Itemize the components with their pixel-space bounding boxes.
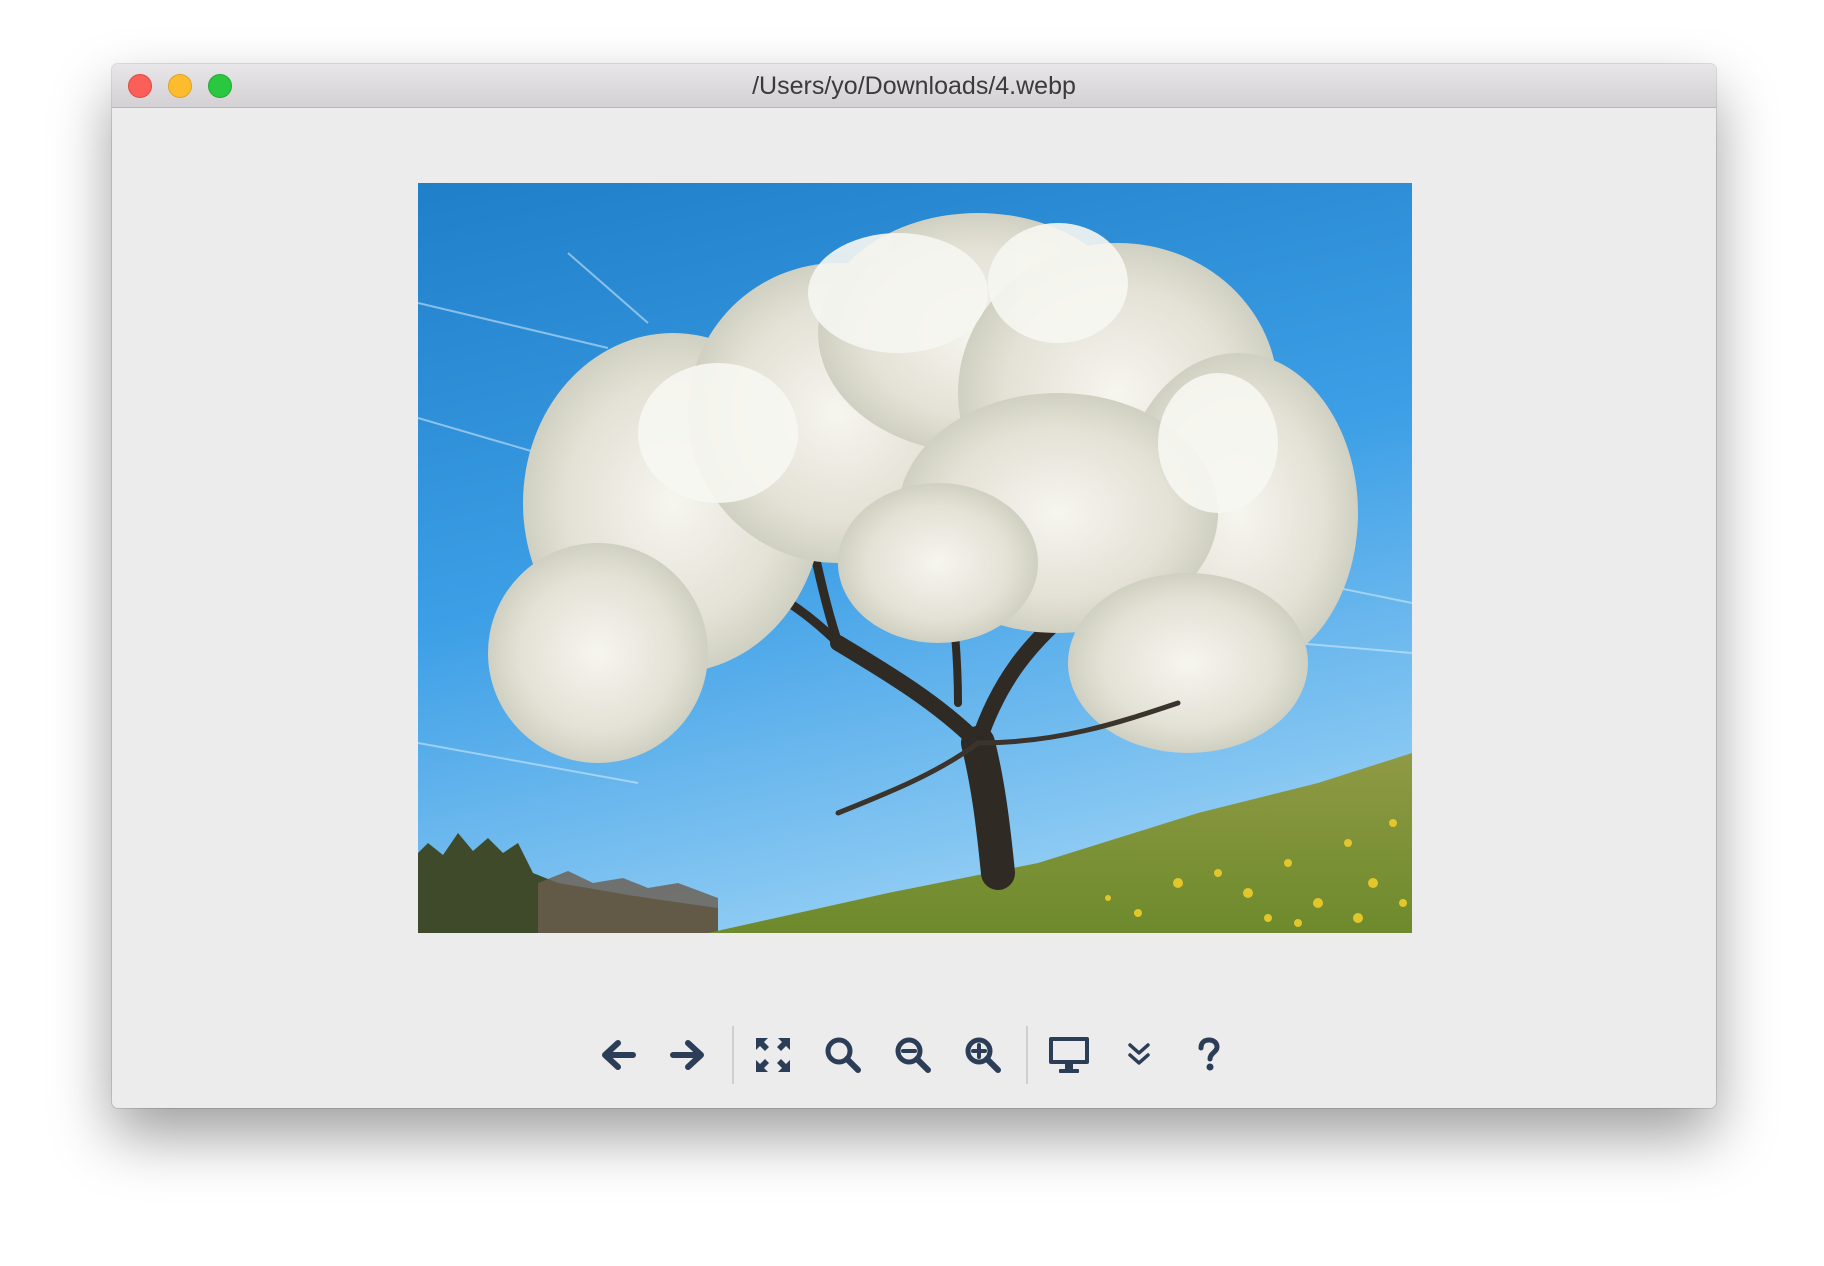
magnifier-icon bbox=[825, 1037, 861, 1073]
previous-image-button[interactable] bbox=[587, 1024, 649, 1086]
help-button[interactable] bbox=[1178, 1024, 1240, 1086]
close-window-button[interactable] bbox=[128, 74, 152, 98]
toolbar-separator bbox=[1026, 1026, 1028, 1084]
next-image-button[interactable] bbox=[657, 1024, 719, 1086]
monitor-icon bbox=[1049, 1037, 1089, 1073]
minimize-window-button[interactable] bbox=[168, 74, 192, 98]
zoom-out-button[interactable] bbox=[882, 1024, 944, 1086]
viewer-toolbar bbox=[112, 1024, 1716, 1094]
fit-screen-icon bbox=[756, 1038, 790, 1072]
maximize-window-button[interactable] bbox=[208, 74, 232, 98]
window-title: /Users/yo/Downloads/4.webp bbox=[752, 72, 1076, 100]
displayed-image bbox=[418, 183, 1412, 933]
zoom-in-icon bbox=[965, 1037, 1001, 1073]
arrow-left-icon bbox=[602, 1040, 636, 1070]
tree-photo bbox=[418, 183, 1412, 933]
actual-size-button[interactable] bbox=[812, 1024, 874, 1086]
arrow-right-icon bbox=[670, 1040, 704, 1070]
zoom-in-button[interactable] bbox=[952, 1024, 1014, 1086]
chevron-double-down-icon bbox=[1128, 1043, 1150, 1065]
title-bar[interactable]: /Users/yo/Downloads/4.webp bbox=[112, 64, 1716, 108]
fit-to-window-button[interactable] bbox=[742, 1024, 804, 1086]
question-mark-icon bbox=[1198, 1037, 1220, 1071]
toolbar-separator bbox=[732, 1026, 734, 1084]
zoom-out-icon bbox=[895, 1037, 931, 1073]
image-viewer-window: /Users/yo/Downloads/4.webp bbox=[112, 64, 1716, 1108]
more-options-button[interactable] bbox=[1108, 1024, 1170, 1086]
fullscreen-button[interactable] bbox=[1038, 1024, 1100, 1086]
